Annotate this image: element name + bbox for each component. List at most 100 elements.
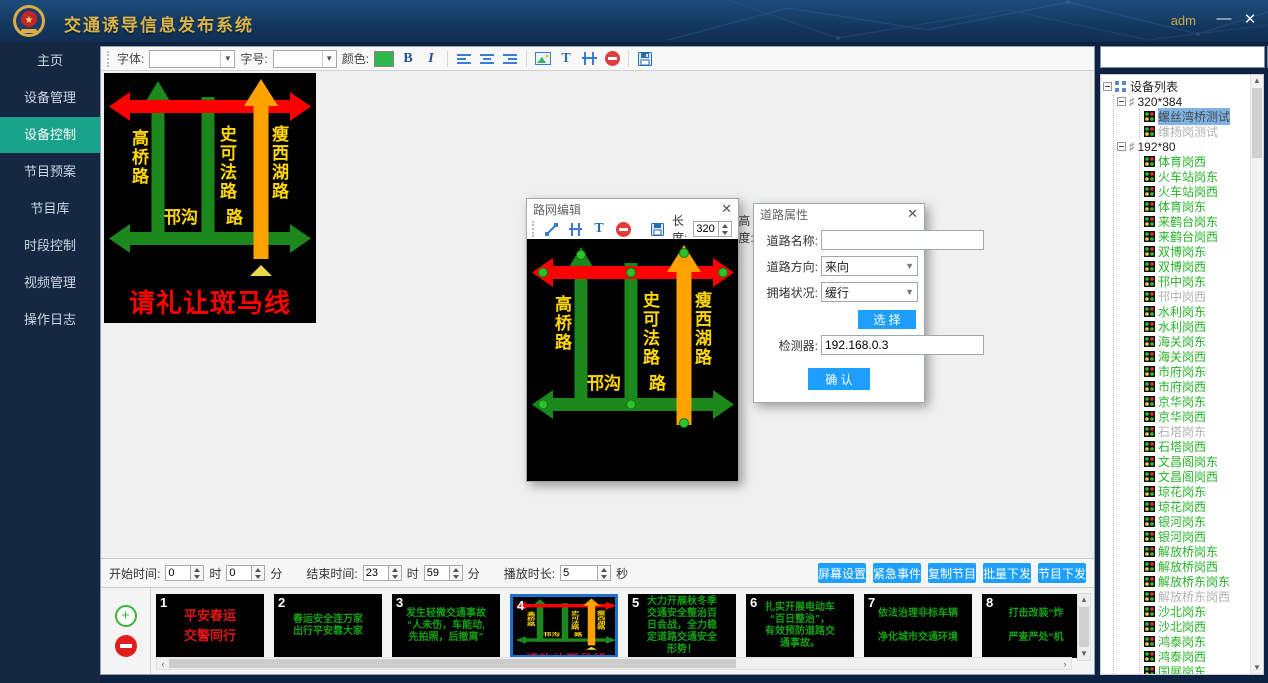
device-tree-item[interactable]: 京华岗西 xyxy=(1144,409,1249,424)
road-direction-select[interactable]: 来向▼ xyxy=(821,256,918,276)
sidebar-item[interactable]: 设备管理 xyxy=(0,80,100,116)
frame-thumbnail-5[interactable]: 5 大力开展秋冬季 交通安全整治百 日会战，全力稳 定道路交通安全 形势！ xyxy=(628,594,736,658)
frame-thumbnail-7[interactable]: 7 依法治理非标车辆 净化城市交通环境 xyxy=(864,594,972,658)
road-name-input[interactable] xyxy=(821,230,984,250)
device-tree-item[interactable]: 银河岗西 xyxy=(1144,529,1249,544)
save-icon[interactable] xyxy=(648,220,666,238)
italic-button[interactable]: I xyxy=(422,50,440,68)
device-tree-item[interactable]: 市府岗西 xyxy=(1144,379,1249,394)
device-tree-item[interactable]: 体育岗东 xyxy=(1144,199,1249,214)
remove-frame-button[interactable] xyxy=(115,635,137,657)
close-icon[interactable]: ✕ xyxy=(907,206,918,222)
end-hour-spinner[interactable] xyxy=(363,565,402,581)
scroll-left-arrow[interactable]: ‹ xyxy=(157,659,169,669)
filmstrip-horizontal-scrollbar[interactable]: ‹ › xyxy=(156,657,1072,670)
led-display-preview[interactable]: 高桥路 史可法路 瘦西湖路 邗沟 路 请礼让斑马线 xyxy=(104,73,316,323)
device-tree-item[interactable]: 来鹤台岗西 xyxy=(1144,229,1249,244)
sidebar-item[interactable]: 设备控制 xyxy=(0,117,100,153)
scrollbar-thumb[interactable] xyxy=(169,659,736,668)
confirm-button[interactable]: 确 认 xyxy=(808,368,870,390)
duration-spinner[interactable] xyxy=(560,565,611,581)
sidebar-item[interactable]: 视频管理 xyxy=(0,265,100,301)
tree-group-192x80[interactable]: ♯ 192*80 xyxy=(1117,139,1249,154)
start-hour-input[interactable] xyxy=(165,565,191,581)
congestion-select[interactable]: 缓行▼ xyxy=(821,282,918,302)
length-spinner[interactable] xyxy=(693,221,732,237)
road-tool-icon[interactable] xyxy=(580,50,598,68)
scroll-up-arrow[interactable]: ▲ xyxy=(1078,594,1090,606)
scroll-down-arrow[interactable]: ▼ xyxy=(1251,662,1263,674)
device-tree-item[interactable]: 螺丝湾桥测试 xyxy=(1144,109,1249,124)
device-tree-item[interactable]: 海关岗东 xyxy=(1144,334,1249,349)
emergency-event-button[interactable]: 紧急事件 xyxy=(873,563,921,583)
roadnet-edit-diagram[interactable]: 高桥路 史可法路 瘦西湖路 邗沟 路 请礼让斑马线 xyxy=(527,239,738,481)
device-tree-item[interactable]: 沙北岗东 xyxy=(1144,604,1249,619)
device-tree-item[interactable]: 维扬岗测试 xyxy=(1144,124,1249,139)
text-tool-button[interactable]: T xyxy=(590,220,608,238)
save-icon[interactable] xyxy=(636,50,654,68)
props-dialog-titlebar[interactable]: 道路属性 ✕ xyxy=(754,204,924,224)
detector-input[interactable] xyxy=(821,335,984,355)
device-tree-item[interactable]: 体育岗西 xyxy=(1144,154,1249,169)
frame-thumbnail-6[interactable]: 6 扎实开展电动车 “百日整治”， 有效预防道路交 通事故。 xyxy=(746,594,854,658)
device-tree-item[interactable]: 海关岗西 xyxy=(1144,349,1249,364)
collapse-icon[interactable] xyxy=(1103,82,1112,91)
device-tree-item[interactable]: 市府岗东 xyxy=(1144,364,1249,379)
scrollbar-thumb[interactable] xyxy=(1252,88,1262,158)
close-icon[interactable]: ✕ xyxy=(721,201,732,217)
tree-scrollbar[interactable]: ▲ ▼ xyxy=(1250,75,1263,674)
spinner-arrows[interactable] xyxy=(719,221,732,237)
end-min-spinner[interactable] xyxy=(424,565,463,581)
start-hour-spinner[interactable] xyxy=(165,565,204,581)
device-tree-item[interactable]: 鸿泰岗东 xyxy=(1144,634,1249,649)
start-min-spinner[interactable] xyxy=(226,565,265,581)
duration-input[interactable] xyxy=(560,565,598,581)
device-tree-item[interactable]: 石塔岗东 xyxy=(1144,424,1249,439)
device-tree-item[interactable]: 火车站岗西 xyxy=(1144,184,1249,199)
insert-image-icon[interactable] xyxy=(534,50,552,68)
font-size-dropdown[interactable]: ▼ xyxy=(273,50,337,68)
device-tree-item[interactable]: 石塔岗西 xyxy=(1144,439,1249,454)
road-node-icon[interactable] xyxy=(566,220,584,238)
color-swatch[interactable] xyxy=(374,51,394,67)
font-family-dropdown[interactable]: ▼ xyxy=(149,50,235,68)
frame-thumbnail-8[interactable]: 8 打击改装“炸 严查严处“机 xyxy=(982,594,1078,658)
device-tree-item[interactable]: 国展岗东 xyxy=(1144,664,1249,674)
text-tool-button[interactable]: T xyxy=(557,50,575,68)
frame-thumbnail-2[interactable]: 2 春运安全连万家 出行平安靠大家 xyxy=(274,594,382,658)
send-program-button[interactable]: 节目下发 xyxy=(1038,563,1086,583)
delete-tool-icon[interactable] xyxy=(614,220,632,238)
device-tree-item[interactable]: 沙北岗西 xyxy=(1144,619,1249,634)
device-tree-item[interactable]: 火车站岗东 xyxy=(1144,169,1249,184)
device-tree-item[interactable]: 解放桥岗东 xyxy=(1144,544,1249,559)
device-tree-item[interactable]: 邗中岗西 xyxy=(1144,289,1249,304)
roadnet-dialog-titlebar[interactable]: 路网编辑 ✕ xyxy=(527,199,738,219)
scroll-up-arrow[interactable]: ▲ xyxy=(1251,75,1263,87)
scroll-down-arrow[interactable]: ▼ xyxy=(1078,648,1090,660)
device-tree-item[interactable]: 琼花岗西 xyxy=(1144,499,1249,514)
device-search-input[interactable] xyxy=(1100,46,1265,68)
draw-road-icon[interactable] xyxy=(542,220,560,238)
sidebar-item[interactable]: 操作日志 xyxy=(0,302,100,338)
device-tree-item[interactable]: 解放桥东岗东 xyxy=(1144,574,1249,589)
copy-program-button[interactable]: 复制节目 xyxy=(928,563,976,583)
align-left-icon[interactable] xyxy=(455,50,473,68)
device-tree-item[interactable]: 解放桥岗西 xyxy=(1144,559,1249,574)
device-tree-item[interactable]: 来鹤台岗东 xyxy=(1144,214,1249,229)
length-input[interactable] xyxy=(693,221,719,237)
frame-thumbnail-4-selected[interactable]: 4 xyxy=(510,594,618,658)
design-canvas[interactable]: 高桥路 史可法路 瘦西湖路 邗沟 路 请礼让斑马线 路网编辑 ✕ T 长度: xyxy=(101,71,1094,558)
frame-thumbnail-1[interactable]: 1 平安春运 交警同行 xyxy=(156,594,264,658)
filmstrip-vertical-scrollbar[interactable]: ▲ ▼ xyxy=(1077,593,1091,661)
device-tree-item[interactable]: 邗中岗东 xyxy=(1144,274,1249,289)
screen-settings-button[interactable]: 屏幕设置 xyxy=(818,563,866,583)
scroll-right-arrow[interactable]: › xyxy=(1059,659,1071,669)
batch-send-button[interactable]: 批量下发 xyxy=(983,563,1031,583)
roadnet-edit-canvas[interactable]: 高桥路 史可法路 瘦西湖路 邗沟 路 请礼让斑马线 xyxy=(527,239,738,481)
delete-tool-icon[interactable] xyxy=(603,50,621,68)
device-tree-item[interactable]: 双博岗西 xyxy=(1144,259,1249,274)
device-tree-item[interactable]: 文昌阁岗东 xyxy=(1144,454,1249,469)
end-min-input[interactable] xyxy=(424,565,450,581)
close-button[interactable]: ✕ xyxy=(1240,10,1260,28)
device-tree-item[interactable]: 水利岗西 xyxy=(1144,319,1249,334)
